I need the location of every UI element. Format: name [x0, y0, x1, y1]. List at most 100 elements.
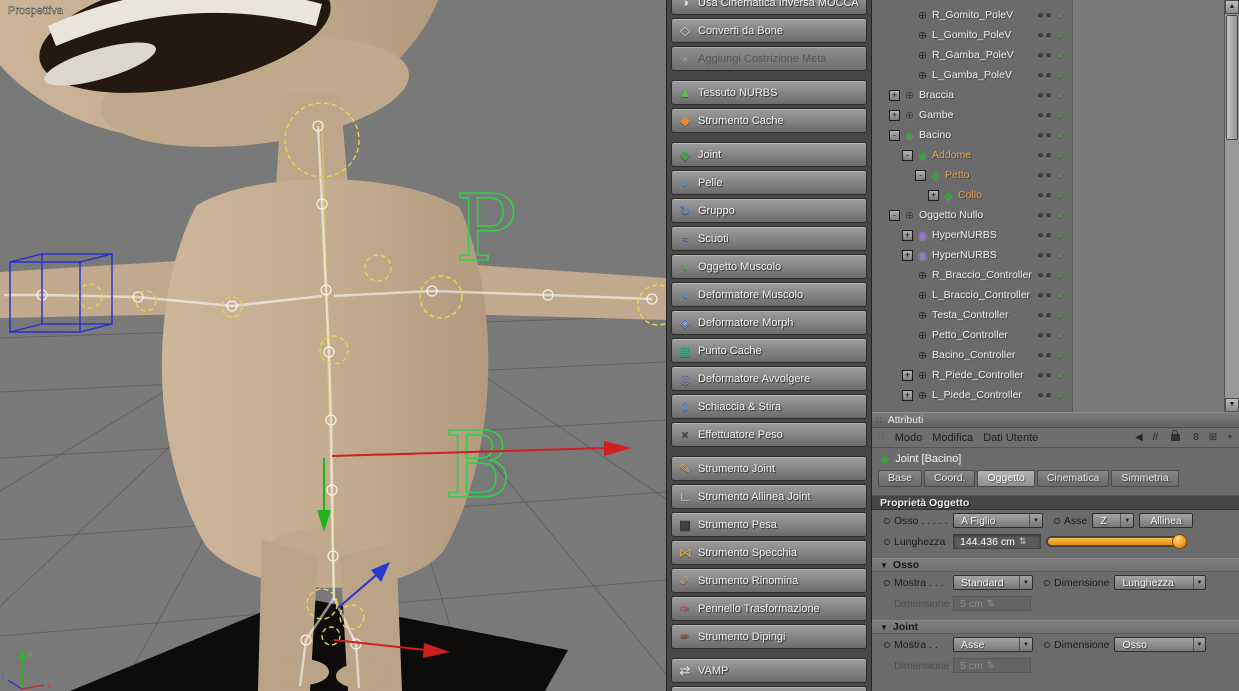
joint-dimensione-mode-dropdown[interactable]: Osso ▼ — [1114, 637, 1207, 652]
editor-visibility-dot[interactable] — [1038, 132, 1043, 138]
tool-tessuto-nurbs[interactable]: ▲ Tessuto NURBS — [671, 80, 867, 105]
null-target-icon[interactable]: ⊕ — [915, 29, 930, 42]
om-row-r-gomito-polev[interactable]: ⊕ R_Gomito_PoleV ✓ — [872, 5, 1224, 25]
tool-deformatore-avvolgere[interactable]: ◎ Deformatore Avvolgere — [671, 366, 867, 391]
editor-visibility-dot[interactable] — [1038, 392, 1043, 398]
tab-oggetto[interactable]: Oggetto — [977, 470, 1035, 487]
om-row-l-gamba-polev[interactable]: ⊕ L_Gamba_PoleV ✓ — [872, 65, 1224, 85]
tool-partial[interactable] — [671, 686, 867, 691]
render-visibility-dot[interactable] — [1046, 292, 1051, 298]
render-visibility-dot[interactable] — [1046, 52, 1051, 58]
osso-dropdown[interactable]: A Figlio ▼ — [953, 513, 1043, 528]
om-row-r-gamba-polev[interactable]: ⊕ R_Gamba_PoleV ✓ — [872, 45, 1224, 65]
viewport-perspective[interactable]: P B y x z Prospettiva — [0, 0, 666, 691]
editor-visibility-dot[interactable] — [1038, 292, 1043, 298]
tool-deformatore-muscolo[interactable]: ◖ Deformatore Muscolo — [671, 282, 867, 307]
enabled-check-icon[interactable]: ✓ — [1057, 209, 1066, 222]
joint-icon[interactable]: ◆ — [941, 189, 956, 202]
null-target-icon[interactable]: ⊕ — [915, 389, 930, 402]
enabled-check-icon[interactable]: ✓ — [1057, 389, 1066, 402]
tool-converti-da-bone[interactable]: ◇ Converti da Bone — [671, 18, 867, 43]
enabled-check-icon[interactable]: ✓ — [1057, 69, 1066, 82]
enabled-check-icon[interactable]: ✓ — [1057, 309, 1066, 322]
tool-strumento-cache[interactable]: ◆ Strumento Cache — [671, 108, 867, 133]
om-label[interactable]: L_Piede_Controller — [932, 389, 1022, 401]
null-target-icon[interactable]: ⊕ — [915, 69, 930, 82]
om-row-petto[interactable]: - ◆ Petto ✓ — [872, 165, 1224, 185]
om-row-petto-controller[interactable]: ⊕ Petto_Controller ✓ — [872, 325, 1224, 345]
allinea-button[interactable]: Allinea — [1139, 513, 1193, 528]
joint-icon[interactable]: ◆ — [928, 169, 943, 182]
om-label[interactable]: Bacino_Controller — [932, 349, 1015, 361]
joint-icon[interactable]: ◆ — [915, 149, 930, 162]
scroll-up-icon[interactable]: ▲ — [1225, 0, 1239, 14]
enabled-check-icon[interactable]: ✓ — [1057, 89, 1066, 102]
render-visibility-dot[interactable] — [1046, 232, 1051, 238]
editor-visibility-dot[interactable] — [1038, 172, 1043, 178]
om-row-testa-controller[interactable]: ⊕ Testa_Controller ✓ — [872, 305, 1224, 325]
slider-knob[interactable] — [1172, 534, 1187, 549]
joint-mostra-dropdown[interactable]: Asse ▼ — [953, 637, 1033, 652]
editor-visibility-dot[interactable] — [1038, 252, 1043, 258]
editor-visibility-dot[interactable] — [1038, 272, 1043, 278]
expand-icon[interactable]: + — [902, 249, 913, 261]
om-scrollbar[interactable]: ▲ ▼ — [1224, 0, 1239, 412]
expand-icon[interactable]: + — [902, 389, 913, 401]
panel-layout-icon[interactable]: ⊞ — [1209, 432, 1217, 443]
om-label[interactable]: HyperNURBS — [932, 229, 997, 241]
tool-schiaccia-stira[interactable]: ⇕ Schiaccia & Stira — [671, 394, 867, 419]
render-visibility-dot[interactable] — [1046, 72, 1051, 78]
render-visibility-dot[interactable] — [1046, 152, 1051, 158]
render-visibility-dot[interactable] — [1046, 252, 1051, 258]
render-visibility-dot[interactable] — [1046, 212, 1051, 218]
enabled-check-icon[interactable]: ✓ — [1057, 369, 1066, 382]
enabled-check-icon[interactable]: ✓ — [1057, 9, 1066, 22]
om-label[interactable]: Petto_Controller — [932, 329, 1008, 341]
render-visibility-dot[interactable] — [1046, 312, 1051, 318]
render-visibility-dot[interactable] — [1046, 112, 1051, 118]
tool-pelle[interactable]: ◗ Pelle — [671, 170, 867, 195]
editor-visibility-dot[interactable] — [1038, 52, 1043, 58]
enabled-check-icon[interactable]: ✓ — [1057, 169, 1066, 182]
render-visibility-dot[interactable] — [1046, 32, 1051, 38]
tool-vamp[interactable]: ⇄ VAMP — [671, 658, 867, 683]
om-label[interactable]: Braccia — [919, 89, 954, 101]
editor-visibility-dot[interactable] — [1038, 372, 1043, 378]
om-row-braccia[interactable]: + ⊕ Braccia ✓ — [872, 85, 1224, 105]
editor-visibility-dot[interactable] — [1038, 232, 1043, 238]
render-visibility-dot[interactable] — [1046, 332, 1051, 338]
editor-visibility-dot[interactable] — [1038, 92, 1043, 98]
render-visibility-dot[interactable] — [1046, 352, 1051, 358]
om-row-hypernurbs[interactable]: + ◉ HyperNURBS ✓ — [872, 245, 1224, 265]
menu-dati-utente[interactable]: Dati Utente — [983, 432, 1038, 444]
editor-visibility-dot[interactable] — [1038, 352, 1043, 358]
enabled-check-icon[interactable]: ✓ — [1057, 189, 1066, 202]
om-label[interactable]: Bacino — [919, 129, 951, 141]
om-label[interactable]: Gambe — [919, 109, 953, 121]
om-label[interactable]: L_Gamba_PoleV — [932, 69, 1012, 81]
render-visibility-dot[interactable] — [1046, 132, 1051, 138]
tool-strumento-joint[interactable]: ✎ Strumento Joint — [671, 456, 867, 481]
om-label[interactable]: R_Braccio_Controller — [932, 269, 1032, 281]
history-back-icon[interactable]: ◀ — [1135, 432, 1143, 443]
tool-strumento-dipingi[interactable]: ✒ Strumento Dipingi — [671, 624, 867, 649]
om-row-l-braccio-controller[interactable]: ⊕ L_Braccio_Controller ✓ — [872, 285, 1224, 305]
om-label[interactable]: L_Braccio_Controller — [932, 289, 1030, 301]
enabled-check-icon[interactable]: ✓ — [1057, 149, 1066, 162]
tool-deformatore-morph[interactable]: ◈ Deformatore Morph — [671, 310, 867, 335]
tool-joint[interactable]: ◆ Joint — [671, 142, 867, 167]
subsection-osso[interactable]: ▼ Osso — [872, 558, 1239, 572]
tool-strumento-specchia[interactable]: ⋈ Strumento Specchia — [671, 540, 867, 565]
om-row-oggetto-nullo[interactable]: - ⊕ Oggetto Nullo ✓ — [872, 205, 1224, 225]
asse-dropdown[interactable]: Z ▼ — [1092, 513, 1135, 528]
joint-icon[interactable]: ◆ — [902, 129, 917, 142]
tool-strumento-rinomina[interactable]: ✐ Strumento Rinomina — [671, 568, 867, 593]
tool-usa-cinematica-inversa-mocca[interactable]: ◑ Usa Cinematica Inversa MOCCA — [671, 0, 867, 15]
om-row-addome[interactable]: - ◆ Addome ✓ — [872, 145, 1224, 165]
enabled-check-icon[interactable]: ✓ — [1057, 109, 1066, 122]
om-label[interactable]: Oggetto Nullo — [919, 209, 983, 221]
null-target-icon[interactable]: ⊕ — [915, 369, 930, 382]
editor-visibility-dot[interactable] — [1038, 332, 1043, 338]
render-visibility-dot[interactable] — [1046, 392, 1051, 398]
enabled-check-icon[interactable]: ✓ — [1057, 129, 1066, 142]
